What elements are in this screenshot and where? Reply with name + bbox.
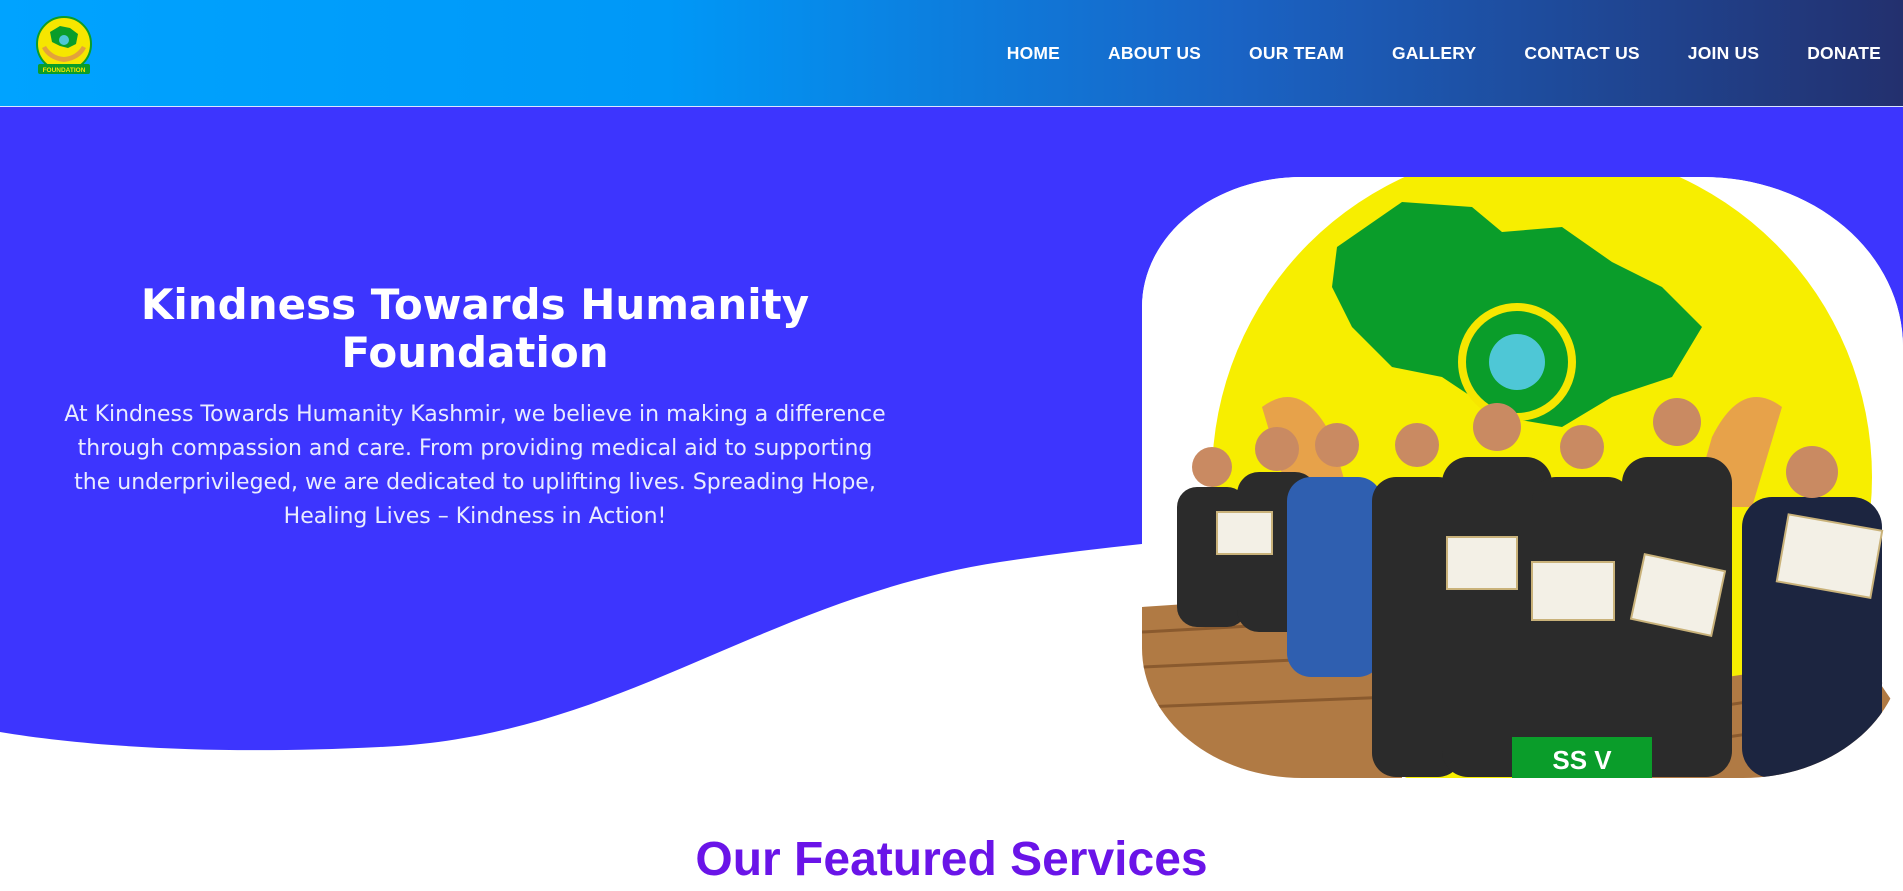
logo-text: FOUNDATION: [43, 67, 86, 74]
nav-gallery[interactable]: GALLERY: [1392, 43, 1476, 64]
hero-title: Kindness Towards Humanity Foundation: [140, 280, 810, 377]
nav-home[interactable]: HOME: [1007, 43, 1060, 64]
nav-join-us[interactable]: JOIN US: [1688, 43, 1759, 64]
svg-text:SS V: SS V: [1552, 745, 1612, 775]
hero-description: At Kindness Towards Humanity Kashmir, we…: [64, 402, 886, 529]
nav-contact-us[interactable]: CONTACT US: [1524, 43, 1639, 64]
khtf-logo-icon: FOUNDATION: [36, 16, 92, 74]
nav-our-team[interactable]: OUR TEAM: [1249, 43, 1344, 64]
nav-about-us[interactable]: ABOUT US: [1108, 43, 1201, 64]
hero-group-photo: SS V: [1142, 177, 1903, 778]
team-photo-illustration: SS V: [1142, 177, 1903, 778]
main-nav: HOME ABOUT US OUR TEAM GALLERY CONTACT U…: [959, 0, 1881, 107]
nav-donate[interactable]: DONATE: [1807, 43, 1881, 64]
hero-section: Kindness Towards Humanity Foundation At …: [0, 107, 1903, 787]
page: FOUNDATION HOME ABOUT US OUR TEAM GALLER…: [0, 0, 1903, 891]
site-header: FOUNDATION HOME ABOUT US OUR TEAM GALLER…: [0, 0, 1903, 107]
site-logo[interactable]: FOUNDATION: [30, 14, 98, 78]
featured-services-title: Our Featured Services: [695, 833, 1208, 886]
